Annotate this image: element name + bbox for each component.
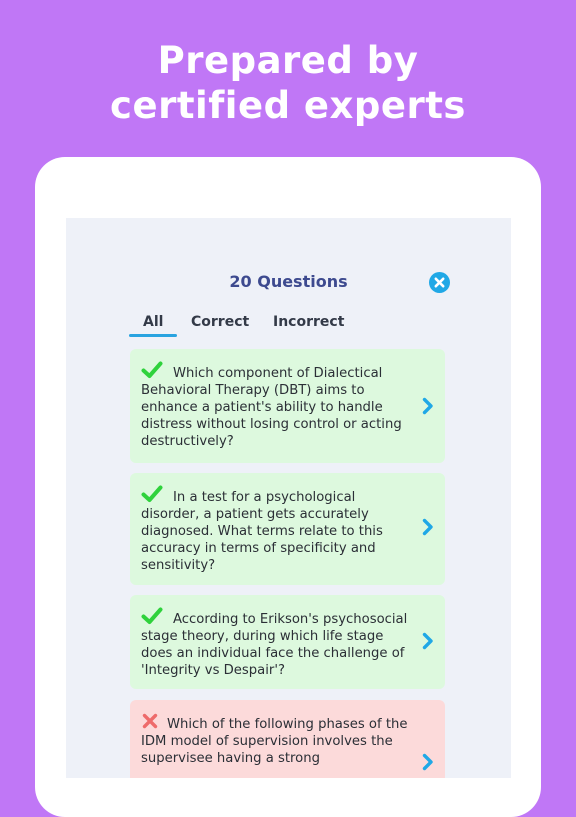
chevron-right-icon[interactable] xyxy=(421,753,435,771)
selected-tab-indicator xyxy=(129,334,177,337)
question-text: Which component of Dialectical Behaviora… xyxy=(141,366,402,449)
tab-all[interactable]: All xyxy=(143,313,163,331)
questions-screen: 20 Questions All Correct Incorrect Which… xyxy=(66,218,511,778)
question-text: According to Erikson's psychosocial stag… xyxy=(141,612,408,678)
headline-line-1: Prepared by xyxy=(157,39,419,82)
tab-incorrect[interactable]: Incorrect xyxy=(273,313,344,331)
chevron-right-icon[interactable] xyxy=(421,632,435,650)
close-button[interactable] xyxy=(429,272,450,293)
headline-line-2: certified experts xyxy=(110,84,466,127)
tab-correct[interactable]: Correct xyxy=(191,313,249,331)
chevron-right-icon[interactable] xyxy=(421,518,435,536)
question-card[interactable]: In a test for a psychological disorder, … xyxy=(130,473,445,585)
question-text: In a test for a psychological disorder, … xyxy=(141,490,383,573)
question-text: Which of the following phases of the IDM… xyxy=(141,717,408,766)
close-circle-icon xyxy=(434,277,445,288)
question-card[interactable]: Which of the following phases of the IDM… xyxy=(130,700,445,778)
chevron-right-icon[interactable] xyxy=(421,397,435,415)
question-card[interactable]: According to Erikson's psychosocial stag… xyxy=(130,595,445,689)
headline: Prepared by certified experts xyxy=(0,38,576,128)
question-card[interactable]: Which component of Dialectical Behaviora… xyxy=(130,349,445,463)
